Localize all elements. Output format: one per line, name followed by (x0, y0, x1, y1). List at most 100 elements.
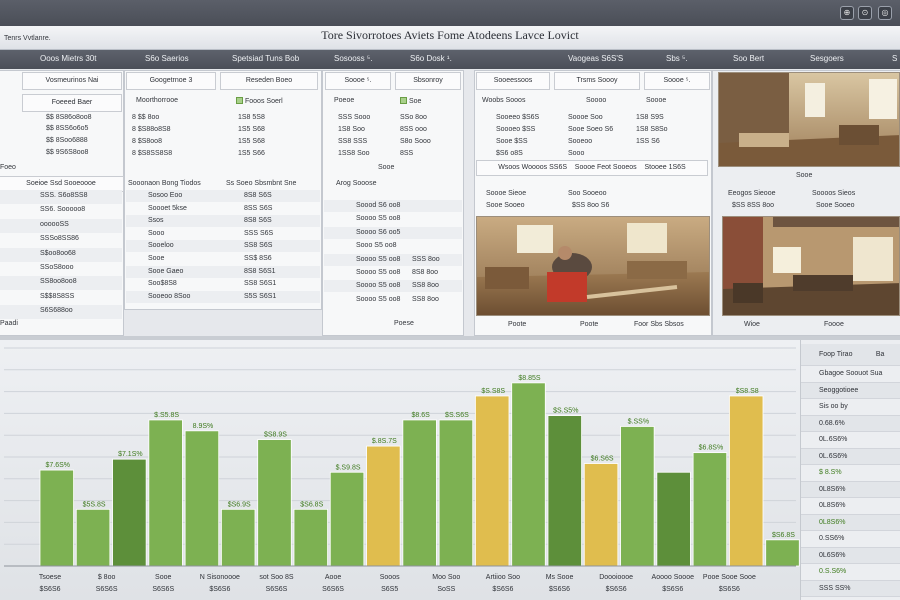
panel1-left-2: Paadi (0, 320, 18, 327)
table-cell: Sooe $SS (496, 138, 528, 145)
table-cell: 8 $S88o8S8 (132, 126, 171, 133)
x-tick-label: Sooos (380, 574, 400, 581)
header-8[interactable]: Soo Bert (733, 54, 764, 63)
x-tick-label: S6S6S (266, 586, 288, 593)
x-tick-label: $S6S6 (39, 586, 60, 593)
renovation-photo-workers[interactable] (476, 216, 710, 316)
x-tick-label: $S6S6 (662, 586, 683, 593)
data-label: $S.S5% (553, 408, 578, 415)
table-cell: 1S5 S68 (238, 126, 265, 133)
list-item: S$$8S8SS (40, 292, 75, 300)
list-item: S$oo8oo68 (40, 249, 76, 257)
x-tick-label: Tsoese (39, 574, 61, 581)
list-item: Ssos (148, 217, 164, 225)
right-panel-item: 0L8S6% (801, 498, 900, 515)
table-cell: Soooe Soo (568, 114, 603, 121)
list-item: Soooo S5 oo8 (356, 282, 401, 290)
data-label: $5S.8S (83, 501, 106, 508)
x-tick-label: Moo Soo (432, 574, 460, 581)
table-cell: SSo 8oo (400, 114, 427, 121)
header-1[interactable]: Ooos Mietrs 30t (40, 54, 96, 63)
header-6[interactable]: Vaogeas S6S'S (568, 54, 623, 63)
panel4-col-header-3[interactable]: Soooe ⁵. (644, 72, 710, 90)
data-label: $8.6S (411, 412, 430, 419)
x-tick-label: S6S6S (152, 586, 174, 593)
photo-caption-12: Sooe Sooeo (816, 202, 855, 209)
chart-bar (583, 463, 619, 567)
list-item: Soood S6 oo8 (356, 202, 401, 209)
checkbox-icon[interactable] (400, 97, 407, 104)
list-item: SSS. S6o8SS8 (40, 192, 88, 199)
list-item: 8S8 S6S1 (244, 267, 276, 275)
panel3-col-header-1[interactable]: Soooe ⁵. (325, 72, 391, 90)
right-panel-item: $ 8.S% (801, 465, 900, 482)
data-label: $S.S6S (445, 412, 469, 419)
header-3[interactable]: Spetsiad Tuns Bob (232, 54, 299, 63)
right-panel-item: SSS SS% (801, 580, 900, 597)
photo-caption-13: Wioe (744, 321, 760, 328)
chart-bar (75, 508, 111, 567)
right-panel-item: 0L8S6% (801, 514, 900, 531)
panel1-row-1: $$ 8S86o8oo8 (46, 114, 92, 121)
data-label: $S6.9S (228, 501, 251, 508)
minimize-button[interactable]: ⊕ (840, 6, 854, 20)
table-cell: Soooeo $SS (496, 126, 536, 133)
panel4-col-header-1[interactable]: Sooeessoos (476, 72, 550, 90)
list-item: SS8 S6S (244, 242, 273, 250)
list-item: Soo$8S8 (148, 280, 177, 288)
photo-caption-10: $SS 8SS 8oo (732, 202, 775, 209)
chart-bar (729, 395, 764, 567)
photo-caption-3: Soo Sooeoo (568, 190, 607, 197)
data-label: $.SS% (628, 418, 649, 425)
panel2-col-header-1[interactable]: Googetrnoe 3 (126, 72, 216, 90)
app-title: Tore Sivorrotoes Aviets Fome Atodeens La… (321, 28, 579, 42)
chart-bar (475, 395, 510, 567)
header-2[interactable]: S6o Saerios (145, 54, 189, 63)
list-item: Sooeloo (148, 242, 174, 250)
right-panel-item: 0.S.S6% (801, 564, 900, 581)
x-tick-label: $ 8oo (98, 574, 116, 581)
panel3-footer: Poese (394, 320, 414, 327)
renovation-photo-kitchen[interactable] (722, 216, 900, 316)
header-7[interactable]: Sbs ⁵. (666, 54, 688, 63)
right-panel-item: 0.68.6% (801, 415, 900, 432)
renovation-photo-room[interactable] (718, 72, 900, 167)
panel1-row-2: $$ 8SS6o6o5 (46, 125, 89, 132)
table-cell: SS8 SSS (338, 138, 368, 145)
header-4[interactable]: Sosooss ⁵. (334, 54, 372, 63)
panel1-col-header[interactable]: Vosmeurinos Nai (22, 72, 122, 90)
table-cell: 8SS (400, 150, 414, 157)
panel3-col-header-2[interactable]: Sbsonroy (395, 72, 461, 90)
maximize-button[interactable]: ⊙ (858, 6, 872, 20)
data-label: $6.S6S (591, 456, 614, 463)
panel2-col-header-2[interactable]: Reseden Boeo (220, 72, 318, 90)
list-item: 8S8 8oo (412, 269, 439, 276)
list-item: SS6. Sooooo8 (40, 206, 86, 214)
chart-bar (293, 508, 328, 567)
list-item: Sosoo Eoo (148, 192, 183, 199)
right-panel-item: Sis oo by (801, 399, 900, 416)
data-label: $S6.8S (300, 501, 323, 508)
x-tick-label: $S6S6 (209, 586, 230, 593)
table-cell: 8 $S8oo8 (132, 138, 162, 145)
right-panel-item: 0.SS6% (801, 531, 900, 548)
x-tick-label: $S6S6 (549, 586, 570, 593)
panel2-sub-header-2: Fooos Soerl (236, 97, 283, 105)
list-item: SS$ 8S6 (244, 255, 272, 262)
panel4-col-header-2[interactable]: Trsms Soooy (554, 72, 640, 90)
table-cell: 1S8 S9S (636, 114, 664, 121)
chart-bar (547, 415, 582, 567)
panel1-col-header-2[interactable]: Foeeed Baer (22, 94, 122, 112)
table-cell: Sooo (568, 150, 585, 157)
table-cell: $S6 o8S (496, 150, 523, 157)
header-5[interactable]: S6o Dosk ¹. (410, 54, 452, 63)
list-item: Soooet 5kse (148, 204, 187, 212)
data-label: $.S9.8S (336, 464, 361, 471)
x-tick-label: Ms Sooe (546, 574, 574, 581)
chart-bar (184, 430, 220, 567)
checkbox-icon[interactable] (236, 97, 243, 104)
header-10[interactable]: S (892, 54, 897, 63)
header-9[interactable]: Sesgoers (810, 54, 844, 63)
settings-button[interactable]: ◎ (878, 6, 892, 20)
chart-bar (656, 471, 691, 567)
